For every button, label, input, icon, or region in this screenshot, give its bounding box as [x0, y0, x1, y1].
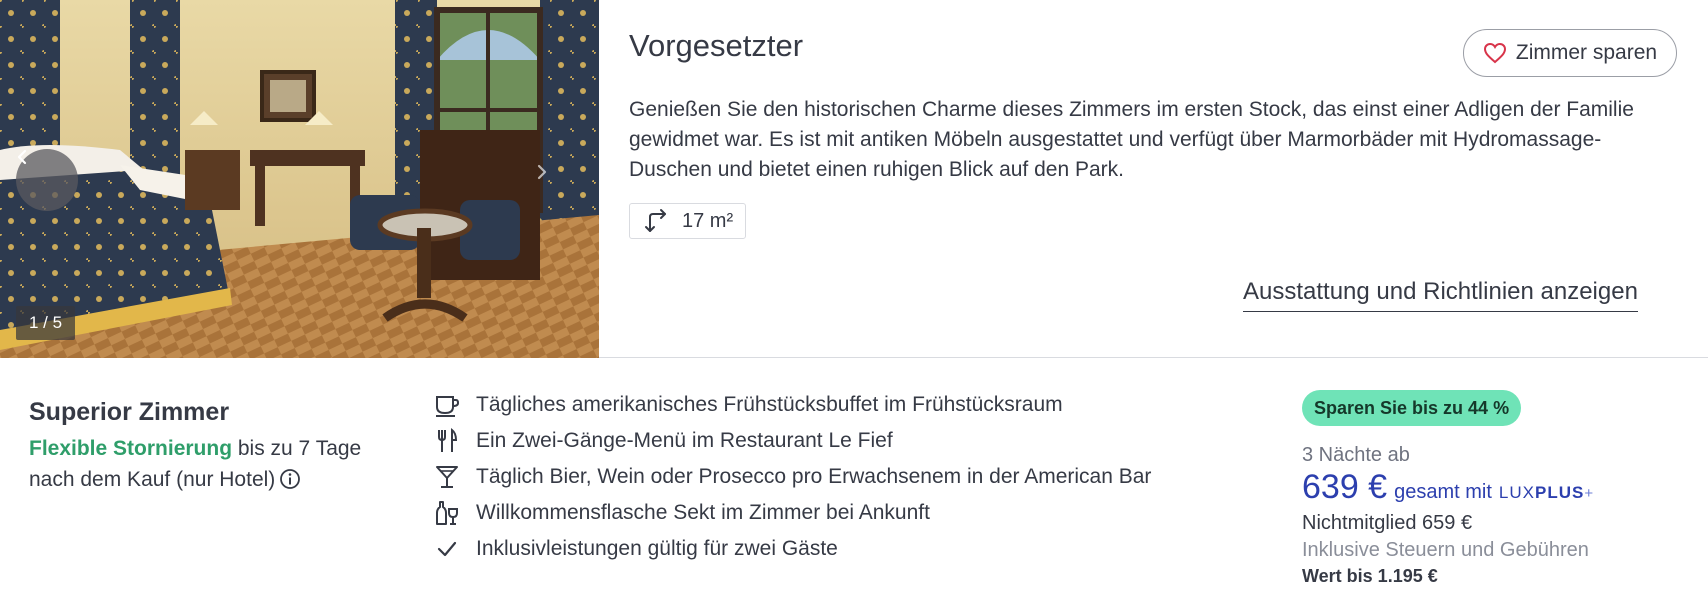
nonmember-price: Nichtmitglied 659 €	[1302, 512, 1473, 534]
room-size-label: 17 m²	[682, 209, 734, 232]
package-name: Superior Zimmer	[29, 398, 230, 426]
gallery-next-button[interactable]	[534, 164, 564, 194]
inclusion-text: Ein Zwei-Gänge-Menü im Restaurant Le Fie…	[476, 429, 893, 452]
gallery-prev-button[interactable]	[16, 149, 78, 211]
bottle-glass-icon	[433, 499, 461, 527]
gallery-counter: 1 / 5	[16, 306, 76, 340]
price-line: 639 € gesamt mit LUXPLUS+	[1302, 468, 1594, 507]
heart-icon	[1483, 42, 1506, 64]
save-room-label: Zimmer sparen	[1515, 41, 1658, 64]
inclusion-text: Täglich Bier, Wein oder Prosecco pro Erw…	[476, 465, 1152, 488]
inclusion-text: Inklusivleistungen gültig für zwei Gäste	[476, 537, 838, 560]
coffee-cup-icon	[433, 391, 461, 419]
inclusion-item: Tägliches amerikanisches Frühstücksbuffe…	[433, 387, 1151, 423]
inclusion-item: Willkommensflasche Sekt im Zimmer bei An…	[433, 495, 1151, 531]
room-card: 1 / 5 Vorgesetzter Zimmer sparen Genieße…	[0, 0, 1708, 358]
luxplus-sign: +	[1584, 485, 1595, 502]
chevron-left-icon	[17, 149, 27, 165]
member-price: 639 €	[1302, 468, 1388, 506]
cocktail-glass-icon	[433, 463, 461, 491]
flexible-cancellation-label: Flexible Stornierung	[29, 437, 233, 460]
inclusion-item: Ein Zwei-Gänge-Menü im Restaurant Le Fie…	[433, 423, 1151, 459]
luxplus-plus: PLUS	[1534, 483, 1585, 502]
room-size-chip: 17 m²	[629, 203, 747, 239]
nights-label: 3 Nächte ab	[1302, 444, 1410, 466]
total-with-label: gesamt mit	[1394, 481, 1492, 503]
inclusion-item: Inklusivleistungen gültig für zwei Gäste	[433, 531, 1151, 567]
inclusion-text: Tägliches amerikanisches Frühstücksbuffe…	[476, 393, 1063, 416]
inclusion-text: Willkommensflasche Sekt im Zimmer bei An…	[476, 501, 930, 524]
worth-value: Wert bis 1.195 €	[1302, 566, 1438, 586]
cancellation-policy: Flexible Stornierung bis zu 7 Tage nach …	[29, 433, 369, 495]
room-title: Vorgesetzter	[629, 28, 804, 63]
fork-knife-icon	[433, 427, 461, 455]
room-description: Genießen Sie den historischen Charme die…	[629, 98, 1634, 181]
inclusions-list: Tägliches amerikanisches Frühstücksbuffe…	[433, 387, 1151, 567]
save-room-button[interactable]: Zimmer sparen	[1463, 29, 1677, 77]
room-size-icon	[645, 209, 666, 232]
luxplus-logo: LUXPLUS+	[1499, 483, 1594, 503]
inclusion-item: Täglich Bier, Wein oder Prosecco pro Erw…	[433, 459, 1151, 495]
checkmark-icon	[433, 535, 461, 563]
room-photo	[0, 0, 599, 358]
savings-badge: Sparen Sie bis zu 44 %	[1302, 390, 1522, 426]
amenities-policies-link[interactable]: Ausstattung und Richtlinien anzeigen	[1243, 276, 1638, 312]
room-photo-gallery[interactable]: 1 / 5	[0, 0, 599, 358]
luxplus-lux: LUX	[1498, 483, 1535, 502]
taxes-note: Inklusive Steuern und Gebühren	[1302, 539, 1589, 561]
info-icon[interactable]	[279, 468, 301, 490]
chevron-right-icon	[537, 164, 547, 180]
